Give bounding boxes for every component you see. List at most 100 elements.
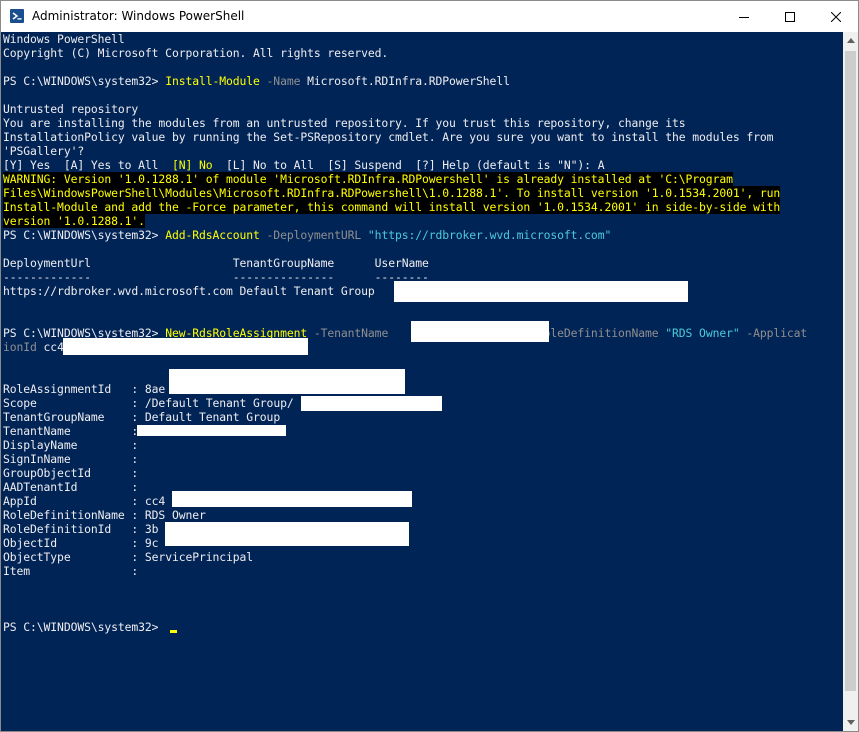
result-key: RoleAssignmentId : <box>3 382 145 396</box>
result-row: ObjectType : ServicePrincipal <box>3 550 253 564</box>
result-value: 8ae <box>144 382 166 396</box>
command-parameter: -Applicat <box>739 326 808 340</box>
choice-options: [Y] Yes [A] Yes to All <box>3 158 172 172</box>
minimize-icon <box>739 16 749 18</box>
result-key: GroupObjectId : <box>3 466 145 480</box>
minimize-button[interactable] <box>721 1 767 32</box>
result-key: AADTenantId : <box>3 480 145 494</box>
command-parameter: -TenantName <box>307 326 389 340</box>
warning-text: Install-Module and add the -Force parame… <box>3 200 781 214</box>
command-argument: cc4 <box>36 340 64 354</box>
warning-text: version '1.0.1288.1'. <box>3 214 145 228</box>
result-row: TenantGroupName : Default Tenant Group <box>3 410 280 424</box>
prompt: PS C:\WINDOWS\system32> <box>3 74 166 88</box>
command-line-install: PS C:\WINDOWS\system32> Install-Module -… <box>3 74 510 88</box>
warning-line: Files\WindowsPowerShell\Modules\Microsof… <box>3 186 780 200</box>
choice-default: [N] No <box>171 158 213 172</box>
redaction-box <box>169 369 405 394</box>
choice-prompt: [Y] Yes [A] Yes to All [N] No [L] No to … <box>3 158 605 172</box>
window-title: Administrator: Windows PowerShell <box>32 9 245 23</box>
result-row: ObjectId : 9c <box>3 536 159 550</box>
copyright-line: Copyright (C) Microsoft Corporation. All… <box>3 46 389 60</box>
warning-text: WARNING: Version '1.0.1288.1' of module … <box>3 172 733 186</box>
command-parameter: ionId <box>3 340 37 354</box>
result-value: Default Tenant Group <box>144 410 281 424</box>
result-row: RoleAssignmentId : 8ae <box>3 382 165 396</box>
untrusted-message: You are installing the modules from an u… <box>3 116 686 130</box>
result-key: Item : <box>3 564 145 578</box>
command-string-argument: "https://rdbroker.wvd.microsoft.com" <box>361 228 612 242</box>
redaction-box <box>411 321 549 342</box>
warning-line: Install-Module and add the -Force parame… <box>3 200 780 214</box>
close-button[interactable] <box>813 1 859 32</box>
result-key: SignInName : <box>3 452 145 466</box>
result-row: GroupObjectId : <box>3 466 145 480</box>
result-row: TenantName : <box>3 424 145 438</box>
command-parameter: -Name <box>259 74 301 88</box>
result-value: cc4 <box>144 494 166 508</box>
warning-text: Files\WindowsPowerShell\Modules\Microsof… <box>3 186 781 200</box>
result-value: ServicePrincipal <box>144 550 254 564</box>
redaction-box <box>137 425 286 436</box>
command-name: Install-Module <box>165 74 260 88</box>
table-row: https://rdbroker.wvd.microsoft.com Defau… <box>3 284 375 298</box>
redaction-box <box>394 281 688 302</box>
untrusted-message: 'PSGallery'? <box>3 144 85 158</box>
command-argument: Microsoft.RDInfra.RDPowerShell <box>300 74 510 88</box>
scroll-up-button[interactable] <box>843 32 858 49</box>
scroll-down-button[interactable] <box>843 714 858 731</box>
close-icon <box>831 11 841 22</box>
untrusted-message: InstallationPolicy value by running the … <box>3 130 774 144</box>
choice-options-rest: [L] No to All [S] Suspend [?] Help (defa… <box>212 158 605 172</box>
result-key: AppId : <box>3 494 145 508</box>
result-row: DisplayName : <box>3 438 145 452</box>
result-key: DisplayName : <box>3 438 145 452</box>
result-key: ObjectId : <box>3 536 145 550</box>
result-key: TenantName : <box>3 424 145 438</box>
prompt: PS C:\WINDOWS\system32> <box>3 228 166 242</box>
result-value: /Default Tenant Group/ <box>144 396 294 410</box>
table-headers: DeploymentUrl TenantGroupName UserName <box>3 256 429 270</box>
final-prompt: PS C:\WINDOWS\system32> <box>3 620 166 634</box>
result-row: RoleDefinitionName : RDS Owner <box>3 508 206 522</box>
command-line-add-account: PS C:\WINDOWS\system32> Add-RdsAccount -… <box>3 228 611 242</box>
result-row: Item : <box>3 564 145 578</box>
result-key: ObjectType : <box>3 550 145 564</box>
result-row: Scope : /Default Tenant Group/ <box>3 396 294 410</box>
title-bar[interactable]: Administrator: Windows PowerShell <box>1 1 858 32</box>
result-value: 3b <box>144 522 159 536</box>
vertical-scrollbar[interactable] <box>843 32 858 731</box>
maximize-button[interactable] <box>767 1 813 32</box>
redaction-box <box>63 338 308 355</box>
maximize-icon <box>785 11 795 22</box>
untrusted-heading: Untrusted repository <box>3 102 139 116</box>
text-cursor <box>170 630 177 633</box>
redaction-box <box>172 491 412 507</box>
result-row: AADTenantId : <box>3 480 145 494</box>
result-key: RoleDefinitionName : <box>3 508 145 522</box>
powershell-window: Administrator: Windows PowerShell Window… <box>0 0 859 732</box>
result-key: Scope : <box>3 396 145 410</box>
warning-line: WARNING: Version '1.0.1288.1' of module … <box>3 172 733 186</box>
command-name: Add-RdsAccount <box>165 228 260 242</box>
chevron-up-icon <box>846 38 855 43</box>
scrollbar-thumb[interactable] <box>845 51 856 691</box>
chevron-down-icon <box>846 720 855 725</box>
result-key: TenantGroupName : <box>3 410 145 424</box>
command-string-argument: "RDS Owner" <box>658 326 740 340</box>
powershell-icon <box>10 9 24 23</box>
result-row: AppId : cc4 <box>3 494 165 508</box>
command-line-wrap: ionId cc4 <box>3 340 64 354</box>
redaction-box <box>165 522 409 546</box>
result-value: RDS Owner <box>144 508 206 522</box>
result-row: SignInName : <box>3 452 145 466</box>
banner-line: Windows PowerShell <box>3 32 125 46</box>
warning-line: version '1.0.1288.1'. <box>3 214 145 228</box>
redaction-box <box>301 396 442 411</box>
command-parameter: -DeploymentURL <box>259 228 362 242</box>
result-row: RoleDefinitionId : 3b <box>3 522 159 536</box>
result-value: 9c <box>144 536 159 550</box>
result-key: RoleDefinitionId : <box>3 522 145 536</box>
console-output[interactable]: Windows PowerShell Copyright (C) Microso… <box>1 32 843 731</box>
table-underline: ------------- --------------- -------- <box>3 270 429 284</box>
